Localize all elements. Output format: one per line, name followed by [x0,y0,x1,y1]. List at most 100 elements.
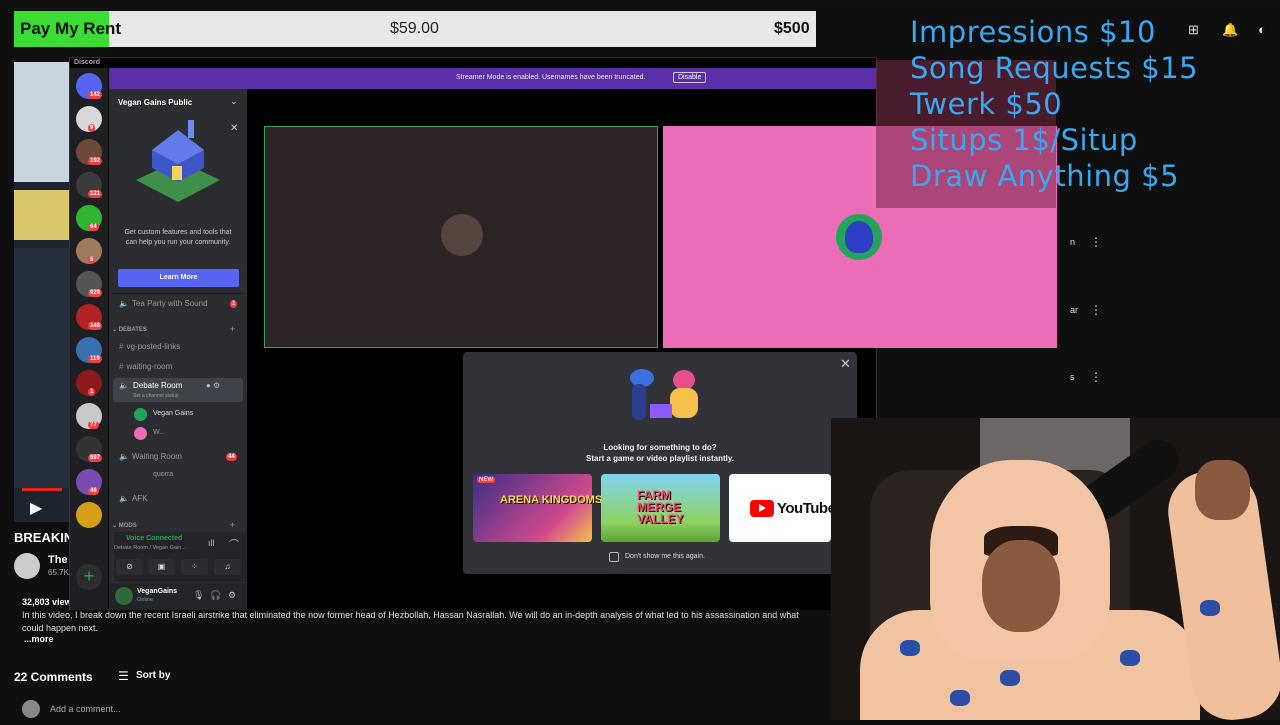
video-description: In this video, I break down the recent I… [22,610,799,633]
soundboard-icon[interactable]: ♫ [214,559,241,575]
avatar[interactable] [134,427,147,440]
hoodie-pattern [1200,600,1220,616]
category-debates[interactable]: ⌄ DEBATES [112,326,147,333]
voice-location[interactable]: Debate Room / Vegan Gain... [114,545,186,551]
discord-window-title: Discord [74,59,101,66]
donation-goal: $500 [774,20,810,37]
add-server-button[interactable]: + [76,564,102,590]
disable-streamer-mode-button[interactable]: Disable [673,72,707,83]
more-options-icon[interactable]: ⋮ [1090,303,1102,317]
speaker-icon: 🔈 [119,452,129,461]
activities-icon[interactable]: ⁘ [181,559,208,575]
channel-label: waiting-room [126,362,173,371]
video-frame-dark [14,248,70,488]
channel-label: Waiting Room [131,452,182,461]
voice-channel-afk[interactable]: 🔈 AFK [119,494,148,503]
add-comment-input[interactable]: Add a comment... [50,704,121,714]
hoodie-pattern [1120,650,1140,666]
learn-more-button[interactable]: Learn More [118,269,239,287]
comments-count: 22 Comments [14,670,93,684]
activity-title: FARM MERGE VALLEY [637,488,684,526]
server-badge: 142 [88,91,103,99]
bell-icon[interactable]: 🔔 [1222,22,1238,38]
activity-title: YouTube [777,500,836,517]
gear-icon[interactable]: ⚙ [228,590,236,601]
avatar[interactable] [134,408,147,421]
activities-subtitle: Start a game or video playlist instantly… [586,454,734,463]
add-channel-icon[interactable]: + [230,520,235,530]
speaker-icon: 🔈 [119,494,129,503]
category-mods[interactable]: ⌄ MODS [112,522,137,529]
server-badge: 146 [88,322,103,330]
server-badge: 64 [88,223,99,231]
screen-share-icon[interactable]: ▣ [148,559,175,575]
server-badge: 119 [88,355,102,363]
new-badge: NEW [477,477,495,483]
channel-avatar[interactable] [14,553,40,579]
more-options-icon[interactable]: ⋮ [1090,370,1102,384]
video-progress-bar[interactable] [22,488,62,491]
avatar[interactable]: ◐ [1258,22,1266,37]
more-link[interactable]: ...more [24,634,54,644]
activities-illustration [630,369,698,420]
text-channel-vg-posted-links[interactable]: # vg-posted-links [119,342,180,351]
server-icon[interactable] [76,502,102,528]
channel-label: vg-posted-links [126,342,181,351]
camera-off-icon[interactable]: ⊘ [116,559,143,575]
waiting-user-name[interactable]: quorra [153,471,173,478]
dont-show-checkbox[interactable] [609,552,619,562]
related-item-text[interactable]: ar [1070,305,1078,315]
commenter-avatar [22,700,40,718]
avatar[interactable] [115,587,133,605]
related-item-text[interactable]: n [1070,237,1075,247]
chat-icon[interactable]: ● ⚙ [206,381,220,390]
category-label: DEBATES [118,327,147,333]
text-channel-waiting-room[interactable]: # waiting-room [119,362,172,371]
video-title: BREAKIN [14,530,74,545]
related-item-text[interactable]: s [1070,372,1075,382]
chevron-down-icon[interactable]: ⌄ [230,96,238,107]
debate-room-label: Debate Room [133,381,183,390]
hoodie-pattern [950,690,970,706]
menu-item: Situps 1$/Situp [910,123,1138,157]
promo-text: Get custom features and tools that can h… [124,229,232,246]
voice-channel-waiting-room[interactable]: 🔈 Waiting Room [119,452,182,461]
close-icon[interactable]: ✕ [230,123,238,134]
sort-icon[interactable]: ☰ [118,669,129,683]
server-badge: 192 [88,157,103,165]
hash-icon: # [119,362,124,371]
speaker-icon: 🔈 [119,299,129,308]
signal-icon[interactable]: ıll [208,538,215,548]
channel-status[interactable]: Set a channel status [133,393,178,399]
house-illustration [136,120,220,202]
voice-channel-tea-party[interactable]: 🔈 Tea Party with Sound [119,299,208,308]
server-name[interactable]: Vegan Gains Public [118,98,192,107]
activities-title: Looking for something to do? [603,443,717,452]
voice-user-name[interactable]: Vegan Gains [153,410,193,417]
server-badge: 46 [88,487,99,495]
voice-user-name[interactable]: W... [153,429,165,436]
close-icon[interactable]: ✕ [840,356,851,372]
sort-by-button[interactable]: Sort by [136,670,170,681]
related-videos [1072,208,1280,418]
channel-name[interactable]: The [48,554,68,566]
hoodie-pattern [1000,670,1020,686]
promo-card [112,116,244,294]
voice-connected-status[interactable]: Voice Connected [126,535,182,542]
add-channel-icon[interactable]: + [230,324,235,334]
more-options-icon[interactable]: ⋮ [1090,235,1102,249]
channel-label: AFK [131,494,148,503]
microphone-icon[interactable]: 🎙 [193,590,204,601]
server-badge: 929 [88,289,103,297]
category-label: MODS [118,523,137,529]
headphones-icon[interactable]: 🎧 [210,590,221,601]
disconnect-icon[interactable]: ⌒ [229,536,239,551]
play-icon[interactable]: ▶ [30,498,42,518]
dont-show-label[interactable]: Don't show me this again. [625,553,705,560]
hoodie-pattern [900,640,920,656]
user-name[interactable]: VeganGains [137,588,177,595]
add-video-icon[interactable]: ⊞ [1188,22,1199,38]
activity-arena-kingdoms[interactable] [473,474,592,542]
webcam-person-hand [1195,460,1250,520]
speaker-icon: 🔈 [119,381,129,390]
